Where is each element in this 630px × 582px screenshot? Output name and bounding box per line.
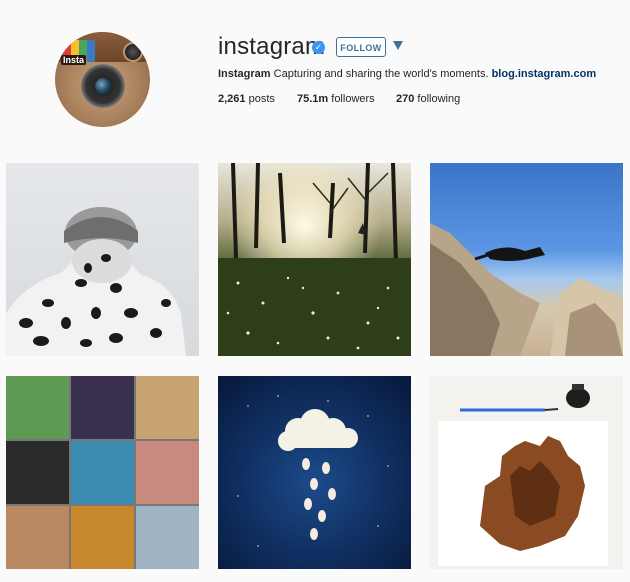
post-cat-leaping-rocks[interactable]	[430, 163, 623, 356]
posts-label: posts	[245, 93, 275, 105]
post-photo-collage[interactable]	[6, 376, 199, 569]
post-image	[6, 207, 186, 356]
stat-posts: 2,261 posts	[218, 93, 275, 105]
stat-followers[interactable]: 75.1m followers	[297, 93, 375, 105]
follow-button[interactable]: FOLLOW	[336, 37, 386, 57]
profile-username: instagram	[218, 33, 326, 60]
post-image	[438, 384, 608, 566]
bio-name: Instagram	[218, 68, 271, 80]
following-count: 270	[396, 93, 415, 105]
post-spotted-jacket[interactable]	[6, 163, 199, 356]
following-label: following	[414, 93, 461, 105]
post-image	[430, 223, 623, 356]
post-image	[237, 395, 389, 547]
followers-count: 75.1m	[297, 93, 329, 105]
followers-label: followers	[328, 93, 375, 105]
post-cloud-rain-illustration[interactable]	[218, 376, 411, 569]
profile-avatar: Insta	[55, 32, 150, 127]
post-image	[218, 163, 411, 356]
verified-badge-icon: ✓	[312, 41, 325, 54]
dropdown-arrow-icon[interactable]	[393, 41, 403, 50]
avatar-logo-text: Insta	[61, 55, 87, 65]
profile-bio: Instagram Capturing and sharing the worl…	[218, 68, 596, 80]
bio-link[interactable]: blog.instagram.com	[492, 68, 597, 80]
stat-following[interactable]: 270 following	[396, 93, 460, 105]
bio-text: Capturing and sharing the world's moment…	[270, 68, 492, 80]
post-ink-city-painting[interactable]	[430, 376, 623, 569]
post-forest-sunlight[interactable]	[218, 163, 411, 356]
camera-flash-icon	[123, 42, 143, 62]
posts-count: 2,261	[218, 93, 246, 105]
